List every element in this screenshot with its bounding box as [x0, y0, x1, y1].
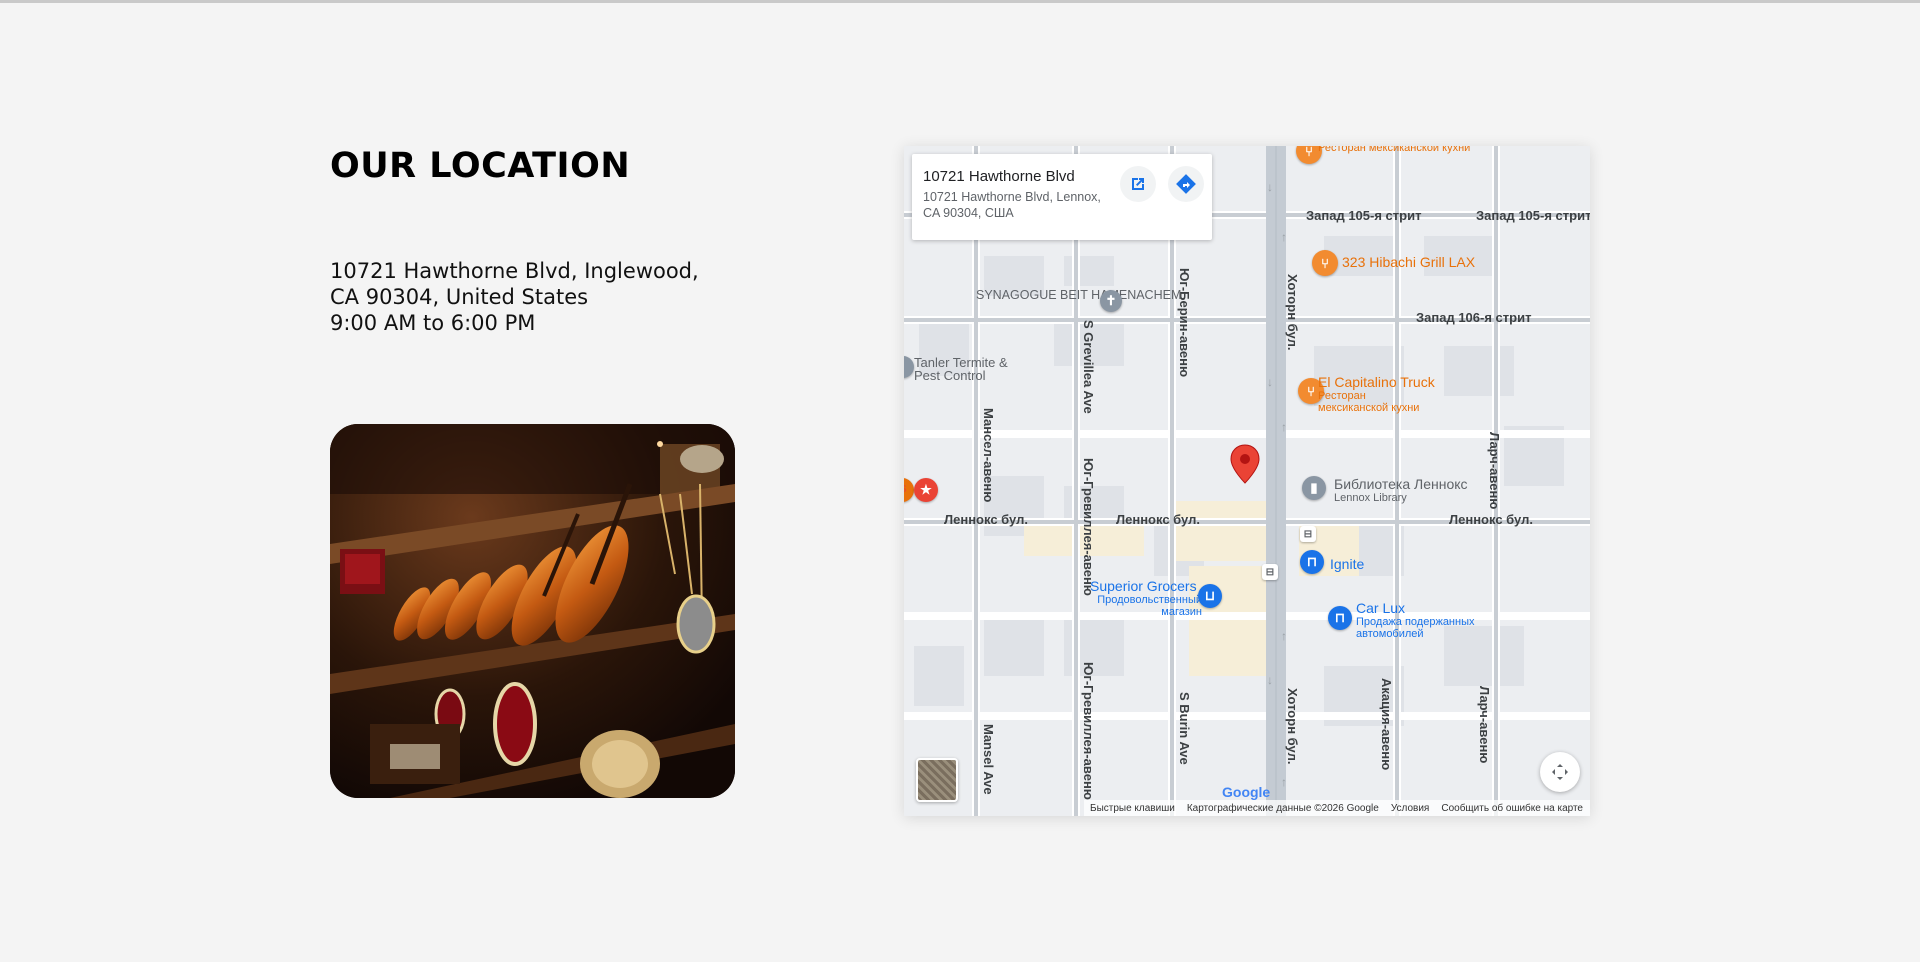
keyboard-shortcuts-link[interactable]: Быстрые клавиши — [1090, 803, 1175, 814]
address-line-2: CA 90304, United States — [330, 285, 589, 309]
street-mansel-ru: Мансел-авеню — [981, 408, 996, 503]
svg-text:↓: ↓ — [1267, 375, 1273, 389]
place-library-sub: Lennox Library — [1334, 492, 1407, 504]
svg-text:↑: ↑ — [1281, 230, 1287, 244]
street-s-burin-ru: Юг-Берин-авеню — [1177, 268, 1192, 378]
bus-stop-icon[interactable]: ⊟ — [1300, 526, 1316, 542]
store-photo — [330, 424, 735, 798]
map-data-attribution: Картографические данные ©2026 Google — [1186, 802, 1379, 814]
place-partial-s[interactable]: s — [904, 480, 907, 495]
google-logo: Google — [1222, 784, 1270, 800]
place-address: 10721 Hawthorne Blvd, Lennox, CA 90304, … — [923, 189, 1113, 221]
place-address-line-1: 10721 Hawthorne Blvd, Lennox, — [923, 190, 1101, 204]
place-el-capitalino-type: Ресторан мексиканской кухни — [1318, 390, 1420, 414]
google-map[interactable]: ↓ ↑ ↓ ↑ ↑ ↓ ↑ 10721 Hawthorne Blvd 10721 Ha… — [904, 146, 1590, 816]
street-lennox-b: Леннокс бул. — [1116, 512, 1200, 527]
top-border — [0, 0, 1920, 3]
place-el-capitalino[interactable]: El Capitalino Truck — [1318, 374, 1435, 390]
place-icon[interactable]: ★ — [914, 478, 938, 502]
satellite-toggle-thumbnail[interactable] — [916, 758, 958, 802]
violins-jewelry-image — [330, 424, 735, 798]
place-ignite[interactable]: Ignite — [1330, 556, 1364, 572]
street-s-grevillea-ru-a: Юг-Гревиллея-авеню — [1081, 458, 1096, 596]
place-carlux-type: Продажа подержанных автомобилей — [1356, 616, 1475, 640]
place-title: 10721 Hawthorne Blvd — [923, 168, 1075, 185]
map-footer: Быстрые клавиши Картографические данные … — [1084, 800, 1590, 816]
place-superior[interactable]: Superior Grocers — [1090, 578, 1197, 594]
opening-hours: 9:00 AM to 6:00 PM — [330, 311, 536, 335]
report-error-link[interactable]: Сообщить об ошибке на карте — [1441, 803, 1583, 814]
worship-icon[interactable]: ✝ — [1100, 290, 1122, 312]
street-w106: Запад 106-я стрит — [1416, 310, 1532, 325]
street-s-grevillea-ru-b: Юг-Гревиллея-авеню — [1081, 662, 1096, 800]
place-hibachi[interactable]: 323 Hibachi Grill LAX — [1342, 254, 1475, 270]
svg-text:↑: ↑ — [1281, 629, 1287, 643]
street-lennox-a: Леннокс бул. — [944, 512, 1028, 527]
place-info-card: 10721 Hawthorne Blvd 10721 Hawthorne Blv… — [912, 154, 1212, 240]
street-w105-b: Запад 105-я стрит — [1476, 208, 1590, 223]
street-s-burin-en: S Burin Ave — [1177, 692, 1192, 765]
address-block: 10721 Hawthorne Blvd, Inglewood, CA 9030… — [330, 258, 800, 336]
street-lennox-c: Леннокс бул. — [1449, 512, 1533, 527]
terms-link[interactable]: Условия — [1391, 803, 1430, 814]
svg-text:↑: ↑ — [1281, 420, 1287, 434]
place-tanler[interactable]: Tanler Termite & Pest Control — [914, 356, 1034, 382]
street-mansel-en: Mansel Ave — [981, 724, 996, 795]
restaurant-icon[interactable]: ⑂ — [1312, 250, 1338, 276]
google-logo-text: Google — [1222, 784, 1271, 800]
directions-button[interactable] — [1168, 166, 1204, 202]
shopping-icon[interactable]: ⊔ — [1198, 584, 1222, 608]
place-address-line-2: CA 90304, США — [923, 206, 1014, 220]
directions-icon — [1176, 174, 1196, 194]
street-larch-ru-a: Ларч-авеню — [1487, 432, 1502, 510]
street-larch-ru-b: Ларч-авеню — [1477, 686, 1492, 764]
street-hawthorne-b: Хоторн бул. — [1285, 688, 1300, 765]
place-carlux[interactable]: Car Lux — [1356, 600, 1405, 616]
fullscreen-button[interactable] — [1540, 752, 1580, 792]
place-library[interactable]: Библиотека Леннокс — [1334, 476, 1468, 492]
place-restaurant-top-type[interactable]: Ресторан мексиканской кухни — [1318, 146, 1470, 154]
svg-text:↑: ↑ — [1281, 775, 1287, 789]
open-in-maps-button[interactable] — [1120, 166, 1156, 202]
address-line-1: 10721 Hawthorne Blvd, Inglewood, — [330, 259, 699, 283]
place-superior-type: Продовольственный магазин — [1097, 594, 1202, 618]
open-in-new-icon — [1132, 178, 1144, 190]
svg-text:↓: ↓ — [1267, 180, 1273, 194]
street-s-grevillea-en: S Grevillea Ave — [1081, 320, 1096, 414]
street-acacia-ru: Акация-авеню — [1379, 678, 1394, 771]
svg-text:↓: ↓ — [1267, 673, 1273, 687]
library-icon[interactable]: ▮ — [1302, 476, 1326, 500]
location-pin-icon[interactable] — [1230, 444, 1260, 484]
lock-bag-icon[interactable]: ⊓ — [1328, 606, 1352, 630]
street-hawthorne-a: Хоторн бул. — [1285, 274, 1300, 351]
section-title: OUR LOCATION — [330, 146, 631, 186]
street-w105-a: Запад 105-я стрит — [1306, 208, 1422, 223]
place-synagogue[interactable]: SYNAGOGUE BEIT HAMENACHEM — [976, 288, 1181, 302]
lock-bag-icon[interactable]: ⊓ — [1300, 550, 1324, 574]
bus-stop-icon[interactable]: ⊟ — [1262, 564, 1278, 580]
expand-icon — [1552, 764, 1568, 780]
